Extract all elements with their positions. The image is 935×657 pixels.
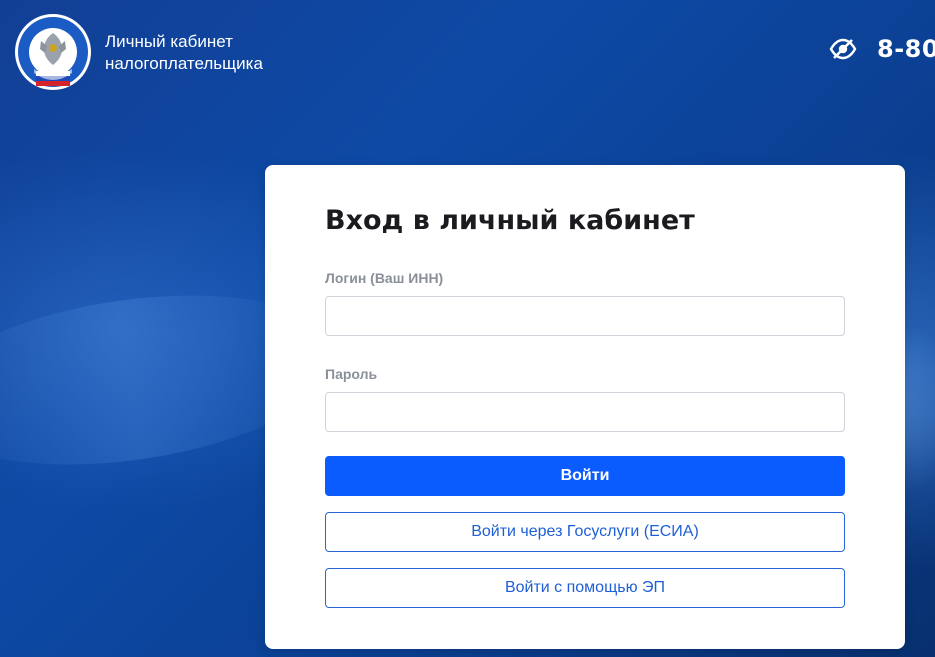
hotline-phone[interactable]: 8-800- <box>877 35 935 63</box>
brand-line-1: Личный кабинет <box>105 32 233 51</box>
password-input[interactable] <box>325 392 845 432</box>
login-page: Личный кабинет налогоплательщика 8-800- … <box>0 0 935 657</box>
eye-slash-icon[interactable] <box>829 37 857 61</box>
gosuslugi-login-button[interactable]: Войти через Госуслуги (ЕСИА) <box>325 512 845 552</box>
password-label: Пароль <box>325 366 378 382</box>
submit-button[interactable]: Войти <box>325 456 845 496</box>
ep-login-button[interactable]: Войти с помощью ЭП <box>325 568 845 608</box>
login-title: Вход в личный кабинет <box>325 205 695 236</box>
brand-line-2: налогоплательщика <box>105 54 263 73</box>
login-input[interactable] <box>325 296 845 336</box>
login-label: Логин (Ваш ИНН) <box>325 270 444 286</box>
fns-emblem-logo-icon[interactable] <box>14 13 92 91</box>
header: Личный кабинет налогоплательщика 8-800- <box>0 0 935 100</box>
login-card: Вход в личный кабинет Логин (Ваш ИНН) Па… <box>265 165 905 649</box>
brand-title[interactable]: Личный кабинет налогоплательщика <box>105 31 263 75</box>
